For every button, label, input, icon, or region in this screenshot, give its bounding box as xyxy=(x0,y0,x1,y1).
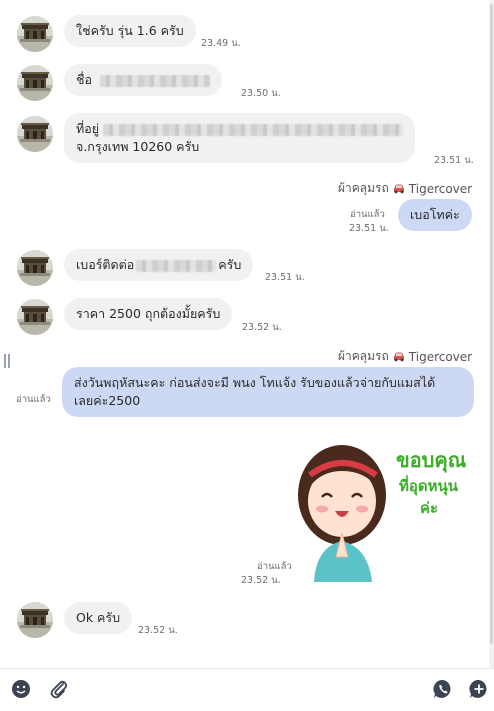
car-icon xyxy=(393,352,404,362)
message-bubble: เบอร์ติดต่อ ครับ xyxy=(64,249,254,281)
message-bubble: ใช่ครับ รุ่น 1.6 ครับ xyxy=(64,15,196,47)
message-bubble-outgoing: เบอโทค่ะ xyxy=(398,199,472,231)
message-time: 23.52 น. xyxy=(138,625,178,636)
contact-avatar[interactable] xyxy=(17,116,53,152)
redacted-text xyxy=(103,123,404,136)
contact-avatar[interactable] xyxy=(17,250,53,286)
call-button[interactable] xyxy=(432,678,454,700)
message-bubble: ที่อยู่ จ.กรุงเทพ 10260 ครับ xyxy=(64,113,416,163)
chat-history[interactable]: ใช่ครับ รุ่น 1.6 ครับ 23.49 น. ชื่อ 23.5… xyxy=(0,0,494,668)
message-bubble: ชื่อ xyxy=(64,64,222,96)
sticker-text: ขอบคุณ xyxy=(396,448,467,473)
message-bubble-outgoing: ส่งวันพฤหัสนะคะ ก่อนส่งจะมี พนง โทแจ้ง ร… xyxy=(62,367,474,417)
redacted-text xyxy=(136,259,217,272)
message-time: 23.49 น. xyxy=(201,38,241,49)
message-time: 23.52 น. xyxy=(242,322,282,333)
add-icon xyxy=(469,679,487,698)
read-receipt: อ่านแล้ว xyxy=(350,209,385,220)
sender-name: ผ้าคลุมรถ Tigercover xyxy=(338,349,473,364)
attachment-icon xyxy=(50,680,68,699)
thank-you-sticker[interactable]: ขอบคุณ ที่อุดหนุน ค่ะ xyxy=(296,437,476,582)
message-bubble: Ok ครับ xyxy=(64,602,133,634)
message-time: 23.50 น. xyxy=(241,88,281,99)
attachment-button[interactable] xyxy=(48,678,70,700)
message-time: 23.51 น. xyxy=(265,272,305,283)
read-receipt: อ่านแล้ว xyxy=(257,561,292,572)
drag-handle-icon xyxy=(4,354,10,368)
emoji-icon xyxy=(12,680,30,698)
scrollbar[interactable] xyxy=(489,0,494,668)
emoji-button[interactable] xyxy=(10,678,32,700)
call-icon xyxy=(433,679,451,698)
chat-toolbar xyxy=(0,668,494,711)
sticker-text: ที่อุดหนุน xyxy=(399,475,459,496)
redacted-text xyxy=(99,74,210,87)
contact-avatar[interactable] xyxy=(17,602,53,638)
sticker-text: ค่ะ xyxy=(420,499,438,517)
contact-avatar[interactable] xyxy=(17,16,53,52)
contact-avatar[interactable] xyxy=(17,65,53,101)
add-button[interactable] xyxy=(468,678,490,700)
message-time: 23.51 น. xyxy=(434,155,474,166)
message-time: 23.51 น. xyxy=(349,223,389,234)
contact-avatar[interactable] xyxy=(17,299,53,335)
message-time: 23.52 น. xyxy=(241,575,281,586)
message-bubble: ราคา 2500 ถุกต้องมั้ยครับ xyxy=(64,298,233,330)
read-receipt: อ่านแล้ว xyxy=(16,394,51,405)
car-icon xyxy=(393,184,404,194)
sender-name: ผ้าคลุมรถ Tigercover xyxy=(338,181,473,196)
scrollbar-thumb[interactable] xyxy=(490,4,493,644)
